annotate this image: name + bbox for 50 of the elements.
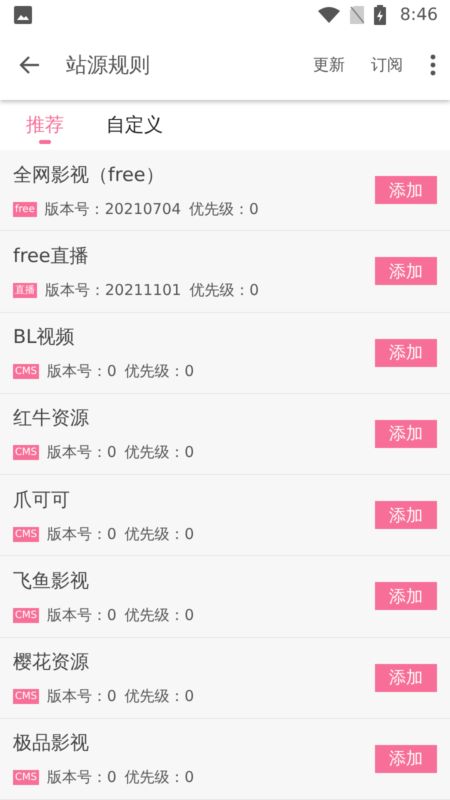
version-label: 版本号：0 bbox=[46, 443, 117, 462]
version-label: 版本号：0 bbox=[46, 606, 117, 625]
add-button[interactable]: 添加 bbox=[375, 582, 437, 610]
type-tag: CMS bbox=[13, 770, 39, 786]
priority-label: 优先级：0 bbox=[124, 443, 194, 462]
priority-label: 优先级：0 bbox=[124, 362, 194, 382]
rule-name: 飞鱼影视 bbox=[13, 568, 90, 594]
add-button[interactable]: 添加 bbox=[375, 744, 437, 773]
add-button[interactable]: 添加 bbox=[375, 420, 437, 448]
rule-name: 爪可可 bbox=[13, 488, 71, 513]
type-tag: CMS bbox=[13, 364, 39, 380]
rule-name: 红牛资源 bbox=[13, 406, 90, 432]
version-label: 版本号：20210704 bbox=[44, 200, 182, 219]
rule-name: 极品影视 bbox=[13, 731, 90, 756]
priority-label: 优先级：0 bbox=[124, 606, 194, 625]
add-button[interactable]: 添加 bbox=[375, 664, 437, 692]
type-tag: CMS bbox=[13, 689, 39, 704]
tab[interactable]: 推荐 bbox=[14, 100, 76, 150]
version-label: 版本号：0 bbox=[46, 362, 117, 382]
toolbar-action[interactable]: 更新 bbox=[300, 48, 358, 82]
version-label: 版本号：0 bbox=[46, 768, 117, 788]
version-label: 版本号：0 bbox=[46, 687, 117, 706]
wifi-icon bbox=[318, 7, 340, 23]
rule-name: 全网影视（free） bbox=[13, 162, 166, 188]
version-label: 版本号：20211101 bbox=[45, 280, 182, 300]
priority-label: 优先级：0 bbox=[189, 280, 259, 300]
toolbar-action[interactable]: 订阅 bbox=[358, 48, 416, 82]
type-tag: CMS bbox=[13, 608, 39, 623]
no-sim-icon bbox=[350, 6, 364, 24]
rule-name: free直播 bbox=[13, 244, 90, 269]
rule-name: 樱花资源 bbox=[13, 650, 90, 676]
add-button[interactable]: 添加 bbox=[375, 257, 437, 286]
page-title: 站源规则 bbox=[66, 52, 151, 79]
priority-label: 优先级：0 bbox=[124, 768, 194, 788]
battery-icon bbox=[374, 5, 386, 25]
type-tag: CMS bbox=[13, 445, 39, 460]
add-button[interactable]: 添加 bbox=[375, 176, 437, 204]
type-tag: 直播 bbox=[13, 282, 37, 298]
priority-label: 优先级：0 bbox=[124, 524, 194, 544]
status-time: 8:46 bbox=[400, 5, 438, 25]
priority-label: 优先级：0 bbox=[189, 200, 259, 219]
add-button[interactable]: 添加 bbox=[375, 338, 437, 367]
add-button[interactable]: 添加 bbox=[375, 501, 437, 530]
type-tag: free bbox=[13, 202, 37, 217]
rule-name: BL视频 bbox=[13, 325, 76, 350]
version-label: 版本号：0 bbox=[46, 524, 117, 544]
type-tag: CMS bbox=[13, 526, 39, 542]
tab[interactable]: 自定义 bbox=[94, 100, 175, 150]
priority-label: 优先级：0 bbox=[124, 687, 194, 706]
image-icon bbox=[14, 6, 32, 24]
